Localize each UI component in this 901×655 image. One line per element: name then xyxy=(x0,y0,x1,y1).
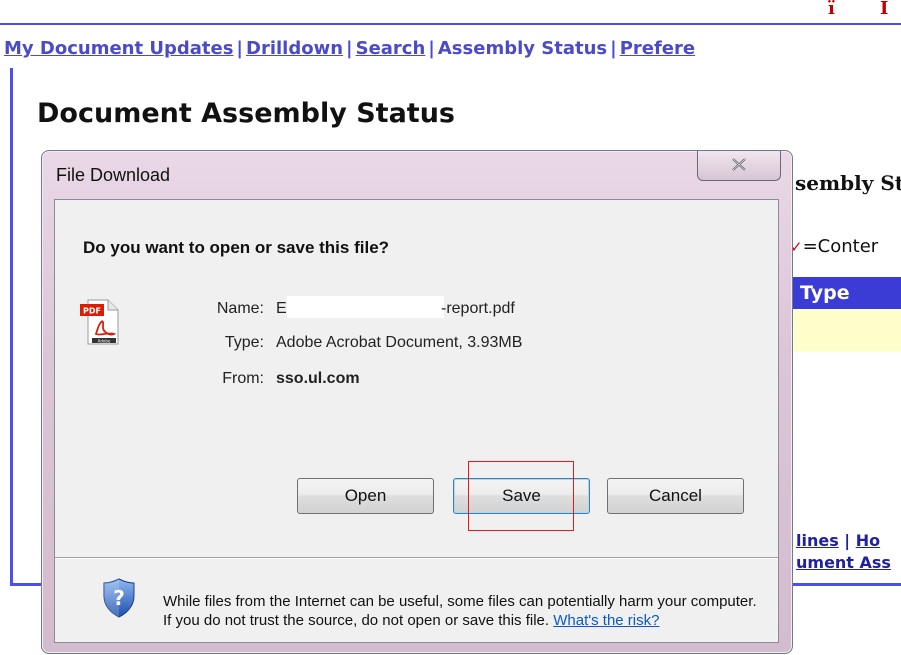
logo-fragment: ïI xyxy=(828,0,889,19)
legend-row: ✓=Conter xyxy=(790,236,878,257)
legend-text: =Conter xyxy=(802,236,879,257)
nav-separator: | xyxy=(346,38,353,59)
warning-text: While files from the Internet can be use… xyxy=(163,593,757,629)
svg-text:PDF: PDF xyxy=(83,307,101,316)
dialog-title: File Download xyxy=(56,165,171,185)
type-label: Type: xyxy=(224,334,264,351)
file-source-value: sso.ul.com xyxy=(276,370,360,387)
nav-my-document-updates[interactable]: My Document Updates xyxy=(4,38,233,59)
dialog-body: Do you want to open or save this file? P… xyxy=(54,199,779,643)
file-name-suffix: -report.pdf xyxy=(441,300,515,317)
pdf-file-icon: PDF Adobe xyxy=(80,299,119,345)
footer-separator: | xyxy=(838,531,856,550)
table-header-type: Type xyxy=(792,277,901,309)
footer-link-guidelines[interactable]: lines xyxy=(796,531,839,550)
svg-text:Adobe: Adobe xyxy=(98,338,111,343)
dialog-divider xyxy=(55,557,778,559)
open-button[interactable]: Open xyxy=(297,478,434,514)
nav-separator: | xyxy=(610,38,617,59)
redaction-block xyxy=(287,296,444,318)
file-name-value: E: -report.pdf xyxy=(276,296,576,320)
dialog-question: Do you want to open or save this file? xyxy=(83,238,390,257)
nav-drilldown[interactable]: Drilldown xyxy=(246,38,343,59)
nav-top-rule xyxy=(0,23,901,25)
section-heading-fragment: sembly St xyxy=(795,171,901,195)
nav-separator: | xyxy=(428,38,435,59)
name-label: Name: xyxy=(216,300,264,317)
nav-separator: | xyxy=(236,38,243,59)
cancel-button[interactable]: Cancel xyxy=(607,478,744,514)
page-title: Document Assembly Status xyxy=(37,98,455,129)
security-warning: While files from the Internet can be use… xyxy=(163,592,763,630)
whats-the-risk-link[interactable]: What's the risk? xyxy=(553,612,659,629)
close-button[interactable] xyxy=(697,151,781,181)
nav-preferences[interactable]: Prefere xyxy=(620,38,695,59)
nav-search[interactable]: Search xyxy=(356,38,426,59)
top-navigation: My Document Updates | Drilldown | Search | Ass… xyxy=(4,38,901,59)
svg-text:?: ? xyxy=(113,586,125,610)
close-icon xyxy=(732,158,746,171)
security-shield-icon: ? xyxy=(103,578,135,618)
footer-link-document-assembly[interactable]: ument Ass xyxy=(796,553,891,572)
save-button[interactable]: Save xyxy=(453,478,590,514)
footer-link-home[interactable]: Ho xyxy=(856,531,880,550)
table-row xyxy=(792,310,901,352)
from-label: From: xyxy=(222,370,264,387)
nav-assembly-status: Assembly Status xyxy=(437,38,608,59)
file-type-value: Adobe Acrobat Document, 3.93MB xyxy=(276,334,523,351)
file-download-dialog: File Download Do you want to open or sav… xyxy=(41,150,793,654)
footer-links: lines | Ho ument Ass xyxy=(796,530,891,574)
